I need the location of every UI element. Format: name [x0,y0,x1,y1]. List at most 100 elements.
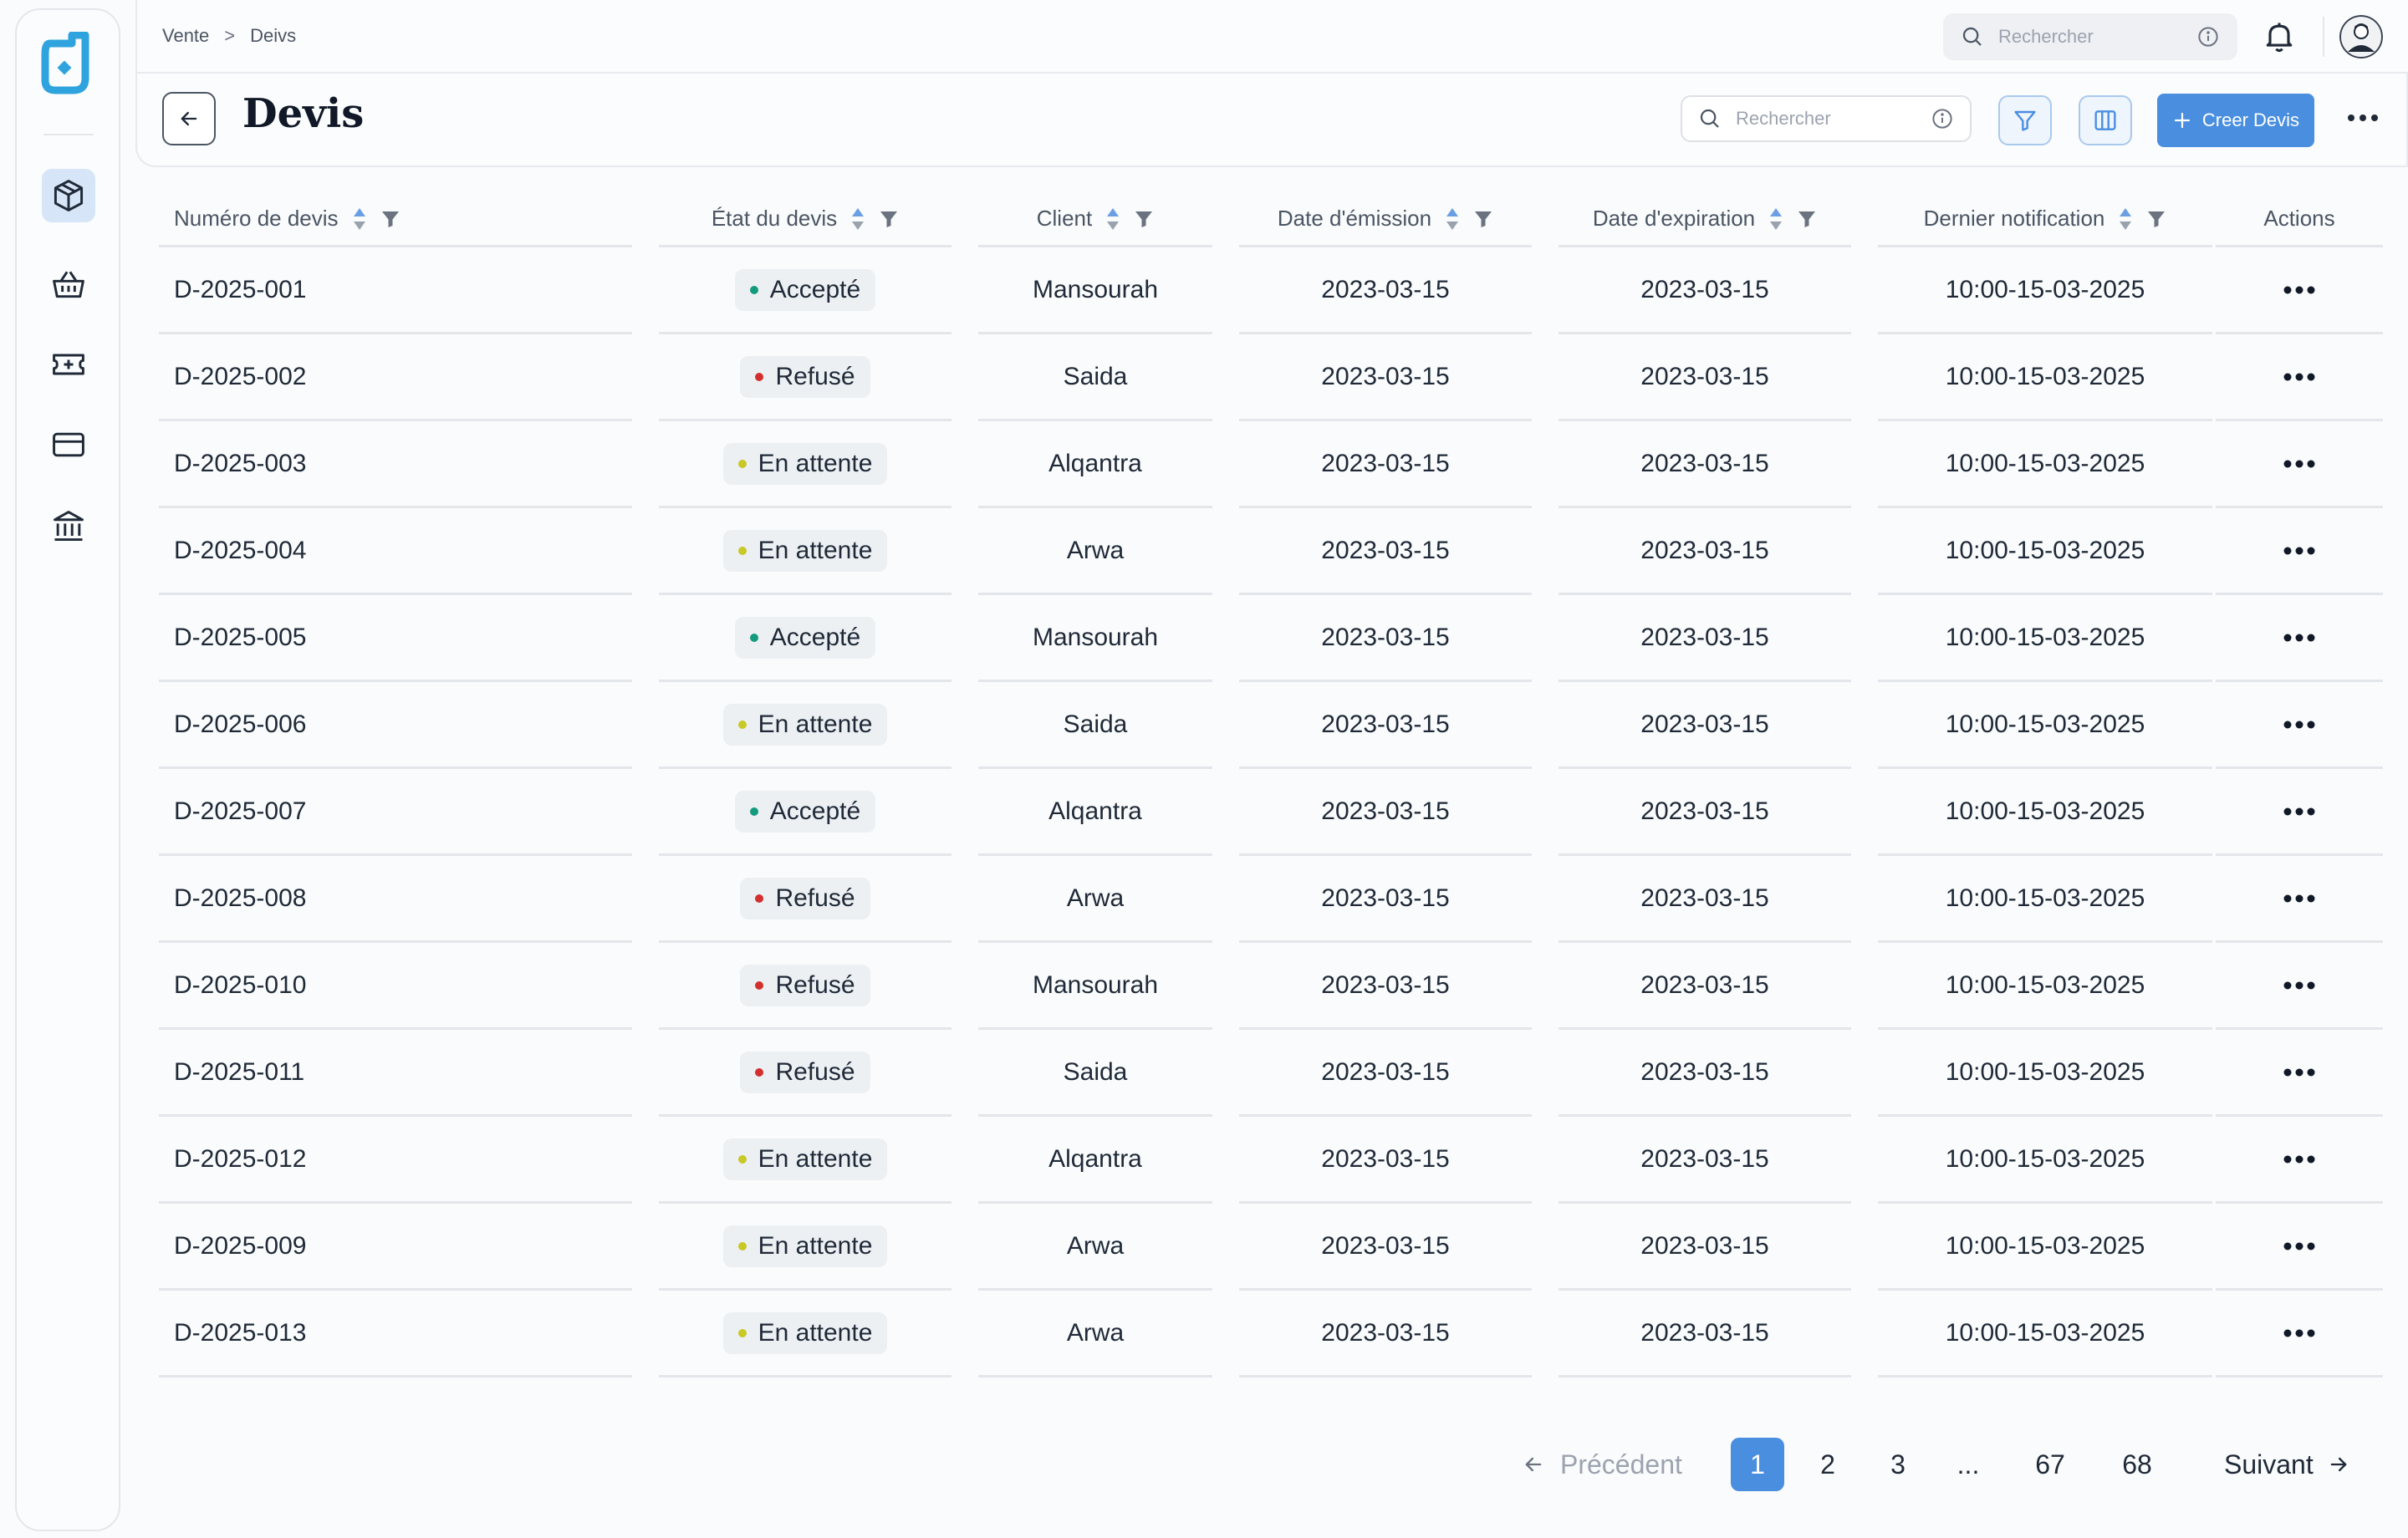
filter-icon [2014,110,2036,131]
cell-text: 2023-03-15 [1321,362,1450,390]
row-actions-icon[interactable] [2283,1154,2316,1164]
table-row[interactable]: D-2025-002 Refusé Saida 2023-03-15 2023-03-1… [159,334,2383,421]
cell-text: Mansourah [1032,623,1159,651]
row-actions-icon[interactable] [2283,1241,2316,1251]
cell-text: 2023-03-15 [1640,362,1769,390]
column-filter-icon[interactable] [2146,209,2166,229]
column-header-notification[interactable]: Dernier notification [1878,192,2212,247]
nav-item-bank[interactable] [42,500,95,553]
nav-item-tickets[interactable] [42,338,95,391]
cell-text: 2023-03-15 [1640,1318,1769,1347]
cell-text: 10:00-15-03-2025 [1945,1057,2145,1086]
row-actions-icon[interactable] [2283,546,2316,556]
row-actions-icon[interactable] [2283,372,2316,382]
cell-actions [2216,1117,2383,1204]
column-filter-icon[interactable] [1473,209,1493,229]
column-header-client[interactable]: Client [978,192,1212,247]
nav-item-payments[interactable] [42,418,95,471]
table-row[interactable]: D-2025-012 En attente Alqantra 2023-03-15 20… [159,1117,2383,1204]
cell-actions [2216,682,2383,769]
column-header-numero[interactable]: Numéro de devis [159,192,632,247]
table-row[interactable]: D-2025-010 Refusé Mansourah 2023-03-15 2023-… [159,943,2383,1030]
sort-icon[interactable] [1105,206,1120,232]
status-badge: Refusé [740,355,870,398]
table-row[interactable]: D-2025-009 En attente Arwa 2023-03-15 2023-0… [159,1204,2383,1291]
status-badge: Accepté [734,790,876,833]
breadcrumb-item-vente[interactable]: Vente [162,25,209,47]
cell-etat: En attente [659,421,951,508]
table-row[interactable]: D-2025-013 En attente Arwa 2023-03-15 2023-0… [159,1291,2383,1378]
more-options-icon[interactable] [2344,105,2381,130]
cell-etat: En attente [659,1117,951,1204]
status-label: En attente [758,710,873,738]
cell-etat: Accepté [659,247,951,334]
page-button[interactable]: 1 [1731,1438,1784,1491]
nav-item-products[interactable] [42,169,95,222]
table-row[interactable]: D-2025-001 Accepté Mansourah 2023-03-15 2023… [159,247,2383,334]
column-filter-icon[interactable] [879,209,899,229]
column-header-label: Numéro de devis [174,206,339,231]
page-button[interactable]: 68 [2110,1438,2164,1491]
cell-client: Arwa [978,1291,1212,1378]
row-actions-icon[interactable] [2283,1328,2316,1338]
page-button[interactable]: 67 [2023,1438,2077,1491]
cell-text: 2023-03-15 [1321,536,1450,564]
previous-page-button[interactable]: Précédent [1522,1438,1682,1491]
app-logo[interactable] [38,32,99,99]
column-filter-icon[interactable] [1134,209,1154,229]
table-search-input[interactable]: Rechercher [1681,95,1972,142]
row-actions-icon[interactable] [2283,285,2316,295]
table-row[interactable]: D-2025-004 En attente Arwa 2023-03-15 2023-0… [159,508,2383,595]
column-header-emission[interactable]: Date d'émission [1239,192,1532,247]
row-actions-icon[interactable] [2283,459,2316,469]
cell-numero: D-2025-004 [159,508,632,595]
sort-icon[interactable] [352,206,367,232]
sort-icon[interactable] [1768,206,1783,232]
status-badge: En attente [722,1138,888,1180]
column-header-label: Client [1036,206,1093,231]
page-title: Devis [242,90,365,137]
row-actions-icon[interactable] [2283,980,2316,991]
status-label: En attente [758,1231,873,1260]
table-row[interactable]: D-2025-007 Accepté Alqantra 2023-03-15 2023-… [159,769,2383,856]
cell-text: 10:00-15-03-2025 [1945,1231,2145,1260]
nav-item-sales[interactable] [42,257,95,311]
sort-icon[interactable] [1445,206,1460,232]
page-button[interactable]: 2 [1801,1438,1854,1491]
cell-text: 2023-03-15 [1640,884,1769,912]
row-actions-icon[interactable] [2283,894,2316,904]
column-header-etat[interactable]: État du devis [659,192,951,247]
global-search-input[interactable]: Rechercher [1943,13,2237,60]
sort-icon[interactable] [2118,206,2133,232]
breadcrumb-separator: > [224,25,236,46]
row-actions-icon[interactable] [2283,720,2316,730]
row-actions-icon[interactable] [2283,1067,2316,1077]
column-filter-icon[interactable] [380,209,400,229]
table-row[interactable]: D-2025-008 Refusé Arwa 2023-03-15 2023-03-15… [159,856,2383,943]
info-icon[interactable] [1930,106,1955,131]
next-page-button[interactable]: Suivant [2224,1438,2350,1491]
bell-icon[interactable] [2261,18,2298,55]
status-badge: En attente [722,442,888,485]
breadcrumb-item-devis[interactable]: Deivs [250,25,296,47]
row-actions-icon[interactable] [2283,633,2316,643]
filter-button[interactable] [1998,95,2052,145]
back-button[interactable] [162,92,216,145]
column-header-expiration[interactable]: Date d'expiration [1559,192,1851,247]
table-row[interactable]: D-2025-011 Refusé Saida 2023-03-15 2023-03-1… [159,1030,2383,1117]
sort-icon[interactable] [850,206,865,232]
avatar[interactable] [2339,15,2383,59]
status-label: En attente [758,1318,873,1347]
cell-notification: 10:00-15-03-2025 [1878,856,2212,943]
column-filter-icon[interactable] [1797,209,1817,229]
table-row[interactable]: D-2025-006 En attente Saida 2023-03-15 2023-… [159,682,2383,769]
create-devis-button[interactable]: Creer Devis [2157,94,2314,147]
column-header-actions[interactable]: Actions [2216,192,2383,247]
table-row[interactable]: D-2025-005 Accepté Mansourah 2023-03-15 2023… [159,595,2383,682]
row-actions-icon[interactable] [2283,807,2316,817]
table-row[interactable]: D-2025-003 En attente Alqantra 2023-03-15 20… [159,421,2383,508]
info-icon[interactable] [2196,24,2221,49]
columns-button[interactable] [2079,95,2132,145]
page-button[interactable]: 3 [1871,1438,1925,1491]
sidebar [15,8,120,1531]
